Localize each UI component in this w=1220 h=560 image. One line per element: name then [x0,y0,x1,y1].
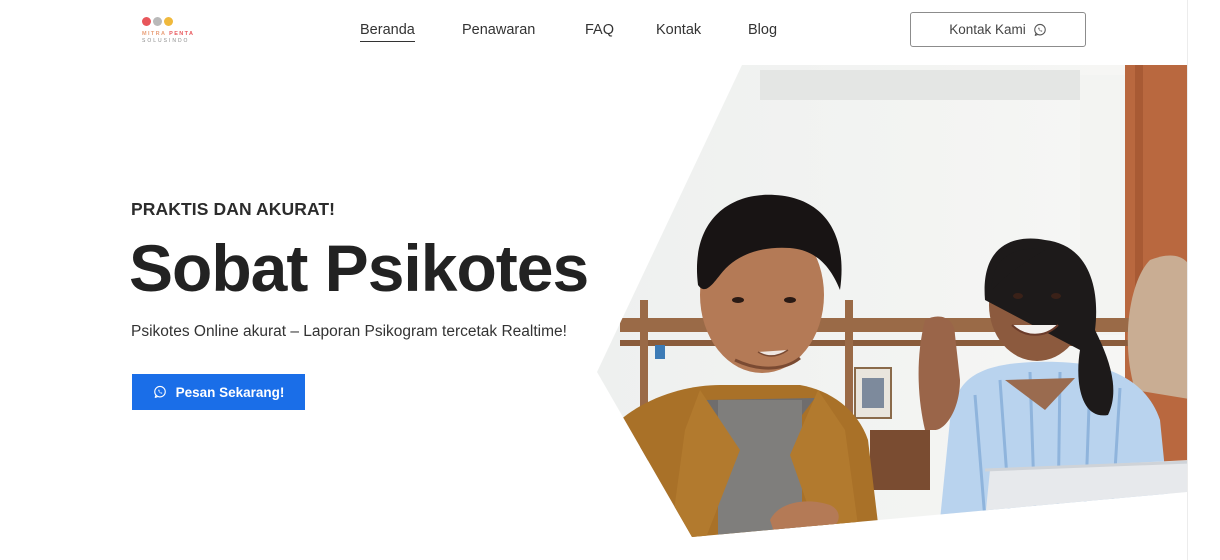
contact-us-label: Kontak Kami [949,22,1026,37]
hero-title: Sobat Psikotes [129,231,589,305]
order-now-button[interactable]: Pesan Sekarang! [132,374,305,410]
page-edge-divider [1187,0,1188,560]
logo-dot-red [142,17,151,26]
logo-dots [142,17,212,26]
nav-item-penawaran[interactable]: Penawaran [462,22,535,38]
logo-dot-grey [153,17,162,26]
logo-dot-yellow [164,17,173,26]
whatsapp-icon [153,385,166,398]
logo-word-penta: PENTA [169,31,195,37]
brand-logo[interactable]: MITRA PENTA SOLUSINDO [142,17,212,47]
nav-item-blog[interactable]: Blog [748,22,777,38]
hero-subtitle: Psikotes Online akurat – Laporan Psikogr… [131,323,567,340]
hero-eyebrow: PRAKTIS DAN AKURAT! [131,199,336,219]
logo-subname: SOLUSINDO [142,38,190,44]
whatsapp-icon [1033,23,1046,36]
nav-item-kontak[interactable]: Kontak [656,22,701,38]
logo-name: MITRA PENTA [142,31,194,37]
order-now-label: Pesan Sekarang! [175,384,285,400]
logo-word-mitra: MITRA [142,31,167,37]
nav-item-beranda[interactable]: Beranda [360,22,415,42]
nav-item-faq[interactable]: FAQ [585,22,614,38]
contact-us-button[interactable]: Kontak Kami [910,12,1086,47]
